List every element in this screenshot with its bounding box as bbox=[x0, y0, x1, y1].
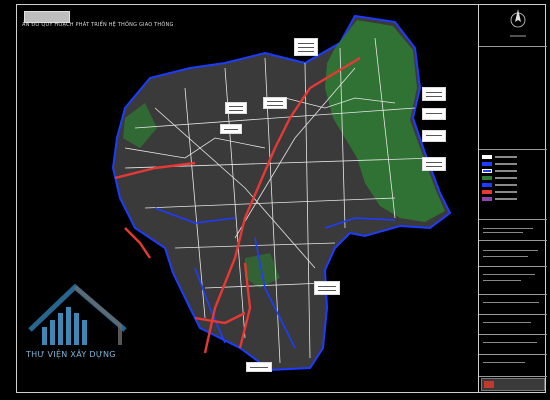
title-block-divider bbox=[479, 334, 547, 335]
legend-item bbox=[482, 169, 522, 173]
title-block-text-line bbox=[483, 256, 528, 257]
title-block-divider bbox=[479, 376, 547, 377]
map-callout bbox=[263, 97, 287, 109]
title-block-text-line bbox=[483, 274, 535, 275]
legend-item bbox=[482, 183, 522, 187]
title-block-text-line bbox=[483, 228, 533, 229]
title-block-divider bbox=[479, 314, 547, 315]
title-block-divider bbox=[479, 240, 547, 241]
map-callout bbox=[225, 102, 247, 114]
title-block-text-line bbox=[483, 322, 531, 323]
drawing-stamp bbox=[481, 378, 545, 391]
title-block-divider bbox=[479, 46, 547, 47]
title-block-divider bbox=[479, 219, 547, 220]
legend-item bbox=[482, 176, 522, 180]
legend-item bbox=[482, 155, 522, 159]
title-block-text-line bbox=[483, 362, 525, 363]
map-legend bbox=[482, 155, 522, 207]
map-callout bbox=[294, 38, 318, 56]
title-block-divider bbox=[479, 266, 547, 267]
title-block-divider bbox=[479, 354, 547, 355]
map-callout bbox=[246, 362, 272, 372]
north-arrow-icon bbox=[510, 9, 526, 37]
map-callout bbox=[422, 87, 446, 101]
map-callout bbox=[314, 281, 340, 295]
map-callout bbox=[422, 108, 446, 120]
title-block-divider bbox=[479, 149, 547, 150]
title-block-text-line bbox=[483, 342, 537, 343]
map-callout bbox=[422, 130, 446, 142]
stamp-mark bbox=[484, 381, 494, 388]
district-map bbox=[111, 14, 452, 372]
title-block-text-line bbox=[483, 302, 539, 303]
cad-drawing-canvas: ẢN ĐỒ QUY HOẠCH PHÁT TRIỂN HỆ THỐNG GIAO… bbox=[0, 0, 550, 400]
legend-item bbox=[482, 197, 522, 201]
map-callout bbox=[220, 124, 242, 134]
title-block-text-line bbox=[483, 250, 538, 251]
legend-item bbox=[482, 190, 522, 194]
map-callout bbox=[422, 157, 446, 171]
legend-item bbox=[482, 162, 522, 166]
watermark-text: THƯ VIỆN XÂY DỰNG bbox=[26, 350, 116, 359]
title-block-text-line bbox=[483, 232, 523, 233]
title-block-text-line bbox=[483, 280, 521, 281]
title-block-divider bbox=[479, 294, 547, 295]
